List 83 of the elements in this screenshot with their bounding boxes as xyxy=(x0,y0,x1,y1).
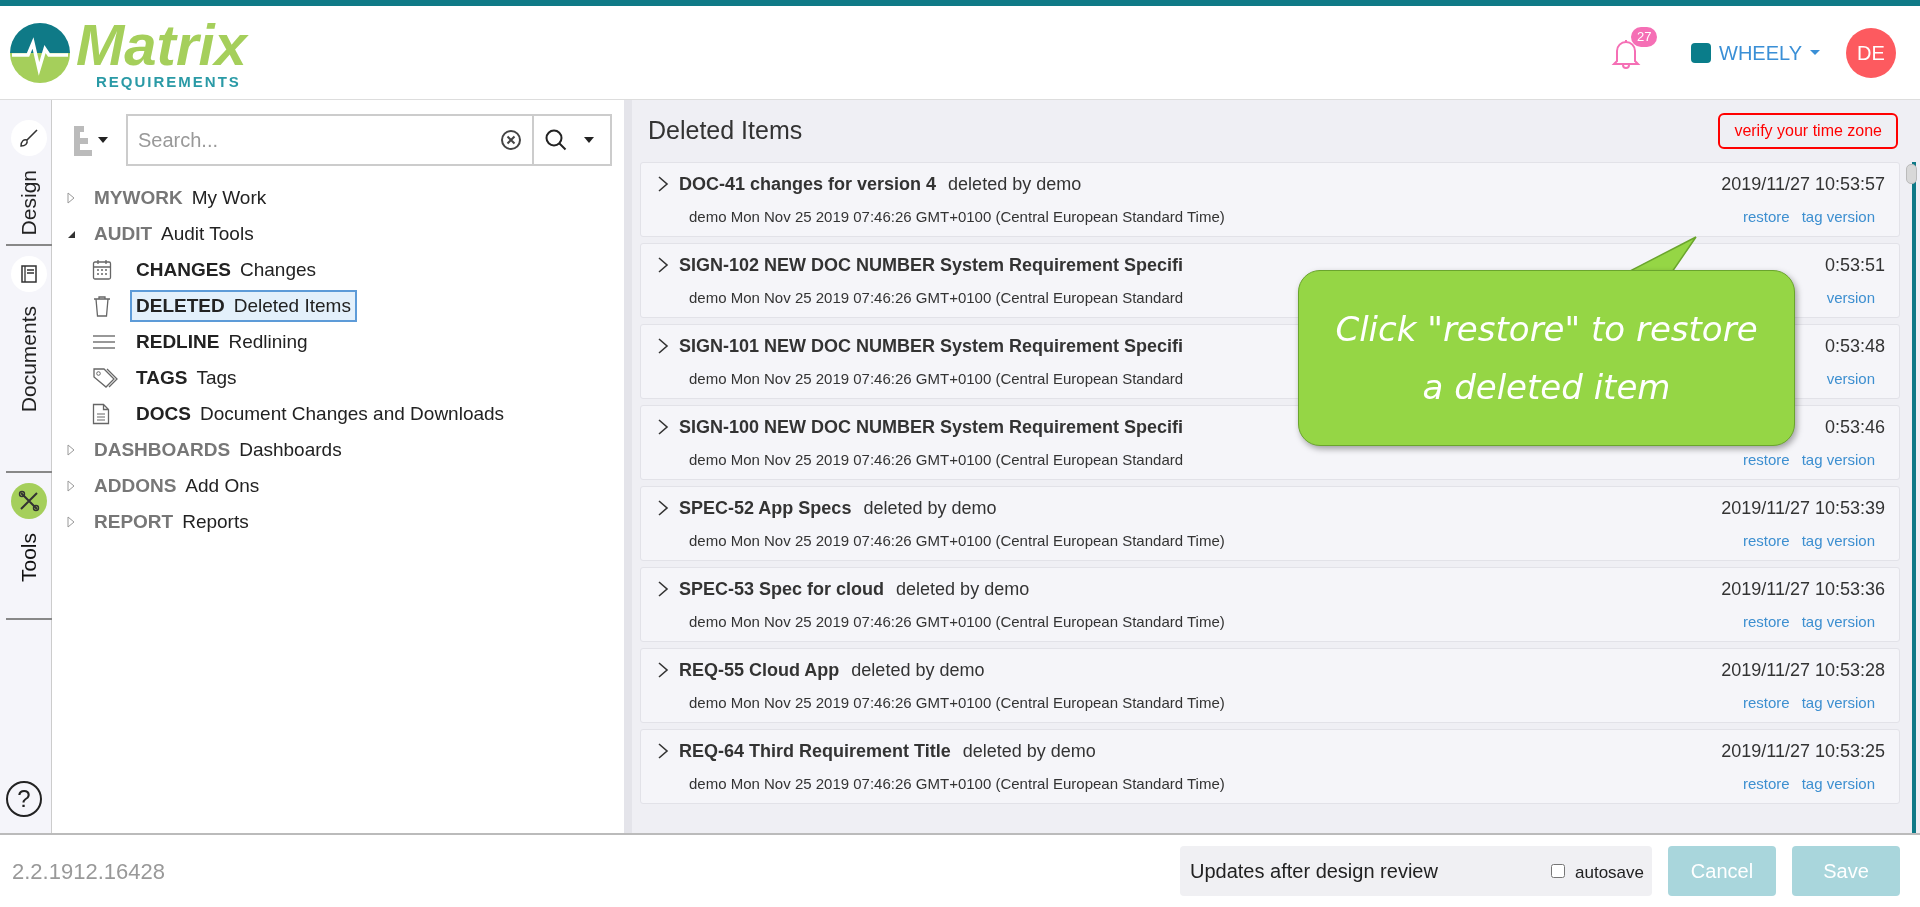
deleted-timestamp: 2019/11/27 10:53:57 xyxy=(1721,173,1885,196)
side-tab[interactable]: Design xyxy=(6,110,52,246)
scrollbar[interactable] xyxy=(1904,162,1920,833)
chevron-icon[interactable] xyxy=(657,418,669,436)
logo-tagline: REQUIREMENTS xyxy=(95,74,242,89)
side-tab[interactable]: Documents xyxy=(6,246,52,473)
expand-toggle-icon[interactable] xyxy=(66,516,76,528)
item-title: REQ-55 Cloud App xyxy=(679,659,840,682)
deleted-timestamp: 2019/11/27 10:53:25 xyxy=(1721,740,1885,763)
deleted-item-row[interactable]: REQ-55 Cloud App deleted by demo demo Mon Nov 25 2019 07:46:26 GMT+0100 (Central European Standard Time) 2019/11/27 10:53:28 restore tag version xyxy=(640,648,1900,723)
tree-item[interactable]: TAGS Tags xyxy=(130,361,243,395)
item-title: SIGN-101 NEW DOC NUMBER System Requirement Specifi xyxy=(679,335,1184,358)
tree-item[interactable]: AUDIT Audit Tools xyxy=(94,219,254,249)
item-subtitle: demo Mon Nov 25 2019 07:46:26 GMT+0100 (Central European Standard xyxy=(689,450,1184,470)
deleted-timestamp: 2019/11/27 10:53:36 xyxy=(1721,578,1885,601)
chevron-icon[interactable] xyxy=(657,580,669,598)
trash-icon xyxy=(92,295,112,317)
tree-item[interactable]: REDLINE Redlining xyxy=(130,325,314,359)
chevron-icon[interactable] xyxy=(657,175,669,193)
search-icon xyxy=(544,128,568,152)
chevron-icon[interactable] xyxy=(657,499,669,517)
deleted-timestamp: 0:53:46 xyxy=(1824,416,1885,439)
expand-toggle-icon[interactable] xyxy=(66,480,76,492)
item-subtitle: demo Mon Nov 25 2019 07:46:26 GMT+0100 (Central European Standard Time) xyxy=(689,774,1225,794)
deleted-timestamp: 2019/11/27 10:53:39 xyxy=(1721,497,1885,520)
logo-icon xyxy=(8,20,72,85)
brush-icon xyxy=(11,120,47,156)
search-button[interactable] xyxy=(534,114,612,166)
item-title: SIGN-102 NEW DOC NUMBER System Requirement Specifi xyxy=(679,254,1184,277)
help-button[interactable]: ? xyxy=(6,781,42,817)
tag-icon xyxy=(92,367,120,389)
tree-item[interactable]: REPORT Reports xyxy=(94,507,249,537)
item-title: SPEC-53 Spec for cloud xyxy=(679,578,885,601)
tree-item[interactable]: ADDONS Add Ons xyxy=(94,471,260,501)
deleted-by-text: deleted by demo xyxy=(948,173,1082,196)
tree-item[interactable]: DASHBOARDS Dashboards xyxy=(94,435,342,465)
tree-item[interactable]: DOCS Document Changes and Downloads xyxy=(130,397,511,431)
clear-icon[interactable] xyxy=(500,129,522,151)
deleted-item-row[interactable]: SPEC-53 Spec for cloud deleted by demo demo Mon Nov 25 2019 07:46:26 GMT+0100 (Central European Standard Time) 2019/11/27 10:53:36 restore tag version xyxy=(640,567,1900,642)
chevron-icon[interactable] xyxy=(657,742,669,760)
deleted-item-row[interactable]: DOC-41 changes for version 4 deleted by demo demo Mon Nov 25 2019 07:46:26 GMT+0100 (Central European Standard Time) 2019/11/27 10:53:57 restore tag version xyxy=(640,162,1900,237)
hierarchy-icon xyxy=(72,124,92,156)
search-field[interactable]: Search... xyxy=(126,114,534,166)
book-icon xyxy=(11,256,47,292)
item-subtitle: demo Mon Nov 25 2019 07:46:26 GMT+0100 (Central European Standard Time) xyxy=(689,207,1225,227)
deleted-item-row[interactable]: SPEC-52 App Specs deleted by demo demo Mon Nov 25 2019 07:46:26 GMT+0100 (Central European Standard Time) 2019/11/27 10:53:39 restore tag version xyxy=(640,486,1900,561)
deleted-timestamp: 0:53:48 xyxy=(1824,335,1885,358)
chevron-icon[interactable] xyxy=(657,661,669,679)
side-tab[interactable]: Tools xyxy=(6,473,52,620)
deleted-by-text: deleted by demo xyxy=(962,740,1096,763)
chevron-icon[interactable] xyxy=(657,256,669,274)
logo-name: Matrix xyxy=(76,16,247,74)
expand-toggle-icon[interactable] xyxy=(66,229,76,239)
item-title: DOC-41 changes for version 4 xyxy=(679,173,937,196)
item-subtitle: demo Mon Nov 25 2019 07:46:26 GMT+0100 (Central European Standard Time) xyxy=(689,612,1225,632)
autosave-checkbox[interactable] xyxy=(1551,864,1565,878)
document-icon xyxy=(92,403,110,425)
item-subtitle: demo Mon Nov 25 2019 07:46:26 GMT+0100 (Central European Standard xyxy=(689,369,1184,389)
tools-icon xyxy=(11,483,47,519)
calendar-icon xyxy=(92,259,112,281)
deleted-by-text: deleted by demo xyxy=(863,497,997,520)
lines-icon xyxy=(92,334,116,350)
item-title: SPEC-52 App Specs xyxy=(679,497,852,520)
expand-toggle-icon[interactable] xyxy=(66,444,76,456)
autosave-label: autosave xyxy=(1575,862,1644,885)
notification-badge: 27 xyxy=(1631,26,1658,47)
deleted-by-text: deleted by demo xyxy=(896,578,1030,601)
page-title: Deleted Items xyxy=(648,115,803,147)
version-number: 2.2.1912.16428 xyxy=(12,857,165,886)
item-subtitle: demo Mon Nov 25 2019 07:46:26 GMT+0100 (Central European Standard Time) xyxy=(689,531,1225,551)
chevron-icon[interactable] xyxy=(657,337,669,355)
item-subtitle: demo Mon Nov 25 2019 07:46:26 GMT+0100 (Central European Standard xyxy=(689,288,1184,308)
item-title: SIGN-100 NEW DOC NUMBER System Requirement Specifi xyxy=(679,416,1184,439)
deleted-item-row[interactable]: REQ-64 Third Requirement Title deleted by demo demo Mon Nov 25 2019 07:46:26 GMT+0100 (Central European Standard Time) 2019/11/27 10:53:25 restore tag version xyxy=(640,729,1900,804)
deleted-by-text: deleted by demo xyxy=(851,659,985,682)
tree-item[interactable]: CHANGES Changes xyxy=(130,253,323,287)
item-title: REQ-64 Third Requirement Title xyxy=(679,740,951,763)
deleted-timestamp: 0:53:51 xyxy=(1824,254,1885,277)
tree-item[interactable]: MYWORK My Work xyxy=(94,183,267,213)
deleted-timestamp: 2019/11/27 10:53:28 xyxy=(1721,659,1885,682)
tree-item[interactable]: DELETED Deleted Items xyxy=(130,289,357,323)
expand-toggle-icon[interactable] xyxy=(66,192,76,204)
item-subtitle: demo Mon Nov 25 2019 07:46:26 GMT+0100 (Central European Standard Time) xyxy=(689,693,1225,713)
